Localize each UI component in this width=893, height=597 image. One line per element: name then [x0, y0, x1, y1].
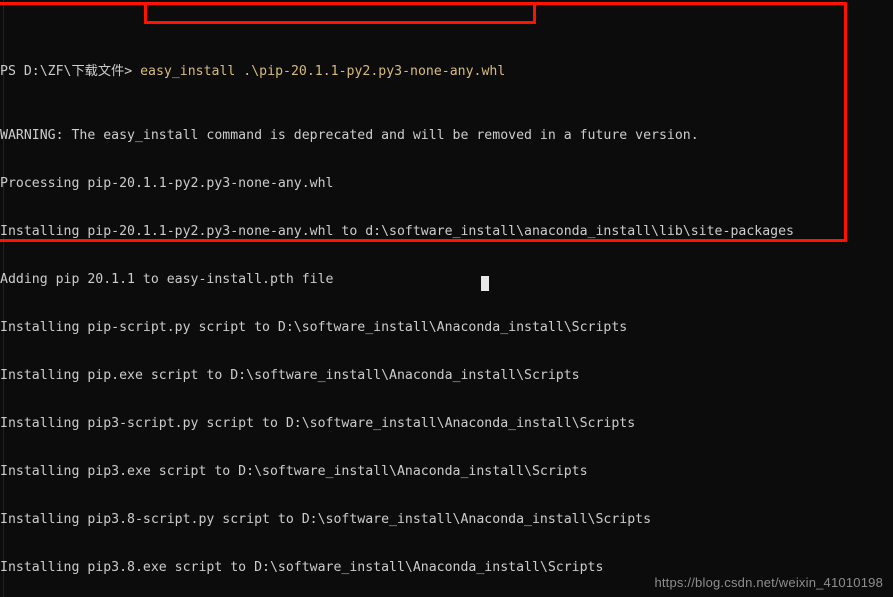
console-line-install-pip38-exe: Installing pip3.8.exe script to D:\softw…: [0, 560, 604, 575]
console-line-install-pip-exe: Installing pip.exe script to D:\software…: [0, 368, 580, 383]
console-line-processing-wheel: Processing pip-20.1.1-py2.py3-none-any.w…: [0, 176, 334, 191]
console-output: PS D:\ZF\下载文件> easy_install .\pip-20.1.1…: [0, 0, 893, 597]
terminal-window[interactable]: PS D:\ZF\下载文件> easy_install .\pip-20.1.1…: [0, 0, 893, 597]
text-cursor: [481, 276, 489, 291]
prompt-path: PS D:\ZF\下载文件>: [0, 64, 141, 79]
console-line-adding-pth: Adding pip 20.1.1 to easy-install.pth fi…: [0, 272, 334, 287]
console-line-warning: WARNING: The easy_install command is dep…: [0, 128, 699, 143]
console-line-installing-wheel: Installing pip-20.1.1-py2.py3-none-any.w…: [0, 224, 794, 239]
console-line-install-pip3-script: Installing pip3-script.py script to D:\s…: [0, 416, 636, 431]
prompt-command: easy_install .\pip-20.1.1-py2.py3-none-a…: [140, 64, 506, 79]
console-line-install-pip38-script: Installing pip3.8-script.py script to D:…: [0, 512, 652, 527]
console-line-install-pip3-exe: Installing pip3.exe script to D:\softwar…: [0, 464, 588, 479]
watermark-url: https://blog.csdn.net/weixin_41010198: [654, 575, 883, 590]
console-line-prompt-easy-install: PS D:\ZF\下载文件> easy_install .\pip-20.1.1…: [0, 64, 893, 80]
console-line-install-pip-script: Installing pip-script.py script to D:\so…: [0, 320, 628, 335]
